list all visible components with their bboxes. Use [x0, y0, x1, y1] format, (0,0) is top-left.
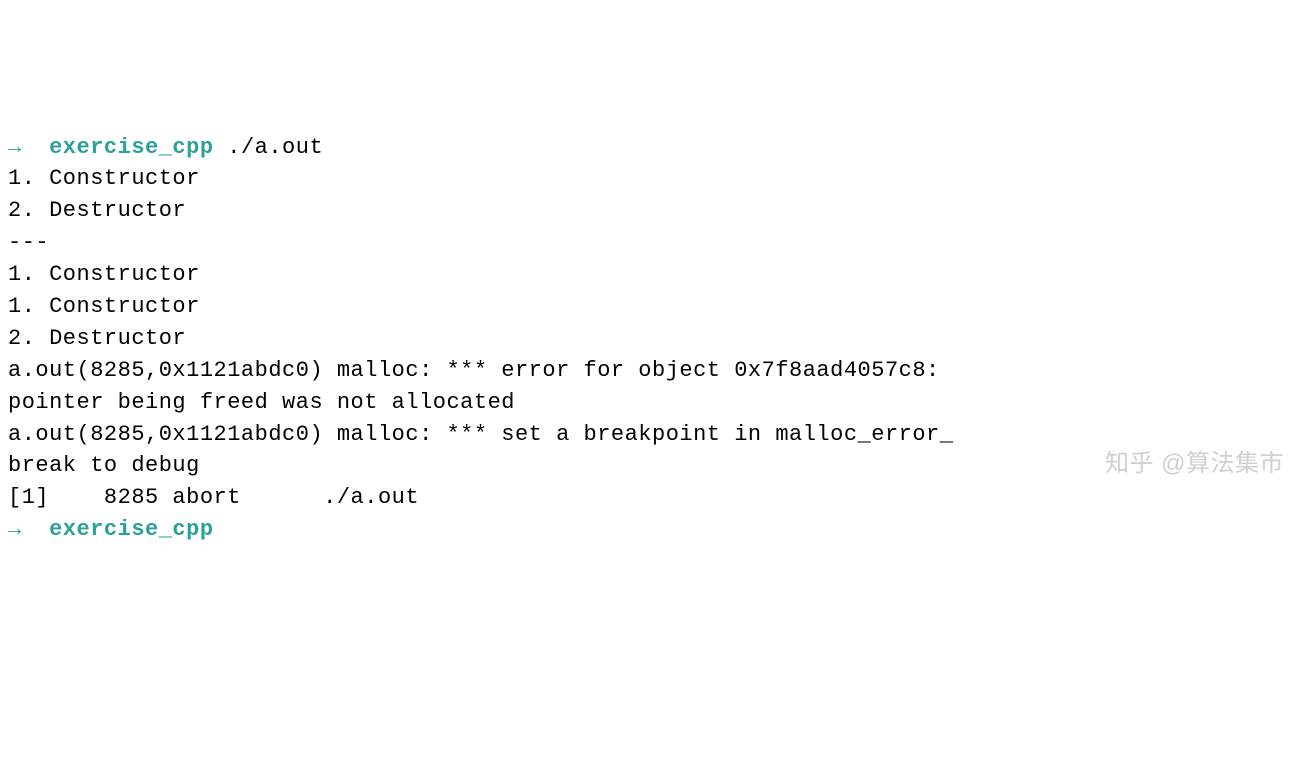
- terminal-line: 1. Constructor: [8, 163, 1296, 195]
- terminal-line: → exercise_cpp ./a.out: [8, 132, 1296, 164]
- terminal-line: 1. Constructor: [8, 291, 1296, 323]
- terminal-line: → exercise_cpp: [8, 514, 1296, 546]
- prompt-arrow: →: [8, 135, 49, 160]
- terminal-line: break to debug: [8, 450, 1296, 482]
- terminal-text: pointer being freed was not allocated: [8, 390, 515, 415]
- terminal-line: a.out(8285,0x1121abdc0) malloc: *** erro…: [8, 355, 1296, 387]
- terminal-text: a.out(8285,0x1121abdc0) malloc: *** erro…: [8, 358, 940, 383]
- terminal-output: → exercise_cpp ./a.out1. Constructor2. D…: [8, 132, 1296, 547]
- terminal-text: 1. Constructor: [8, 166, 200, 191]
- terminal-line: 1. Constructor: [8, 259, 1296, 291]
- terminal-line: 2. Destructor: [8, 195, 1296, 227]
- terminal-text: ./a.out: [214, 135, 324, 160]
- terminal-line: a.out(8285,0x1121abdc0) malloc: *** set …: [8, 419, 1296, 451]
- prompt-directory: exercise_cpp: [49, 135, 213, 160]
- prompt-directory: exercise_cpp: [49, 517, 213, 542]
- terminal-text: 1. Constructor: [8, 262, 200, 287]
- terminal-text: 2. Destructor: [8, 326, 186, 351]
- terminal-text: break to debug: [8, 453, 200, 478]
- terminal-text: 2. Destructor: [8, 198, 186, 223]
- terminal-text: a.out(8285,0x1121abdc0) malloc: *** set …: [8, 422, 953, 447]
- terminal-line: ---: [8, 227, 1296, 259]
- terminal-line: [1] 8285 abort ./a.out: [8, 482, 1296, 514]
- terminal-text: ---: [8, 230, 49, 255]
- terminal-text: [1] 8285 abort ./a.out: [8, 485, 419, 510]
- terminal-text: 1. Constructor: [8, 294, 200, 319]
- prompt-arrow: →: [8, 517, 49, 542]
- terminal-line: pointer being freed was not allocated: [8, 387, 1296, 419]
- terminal-line: 2. Destructor: [8, 323, 1296, 355]
